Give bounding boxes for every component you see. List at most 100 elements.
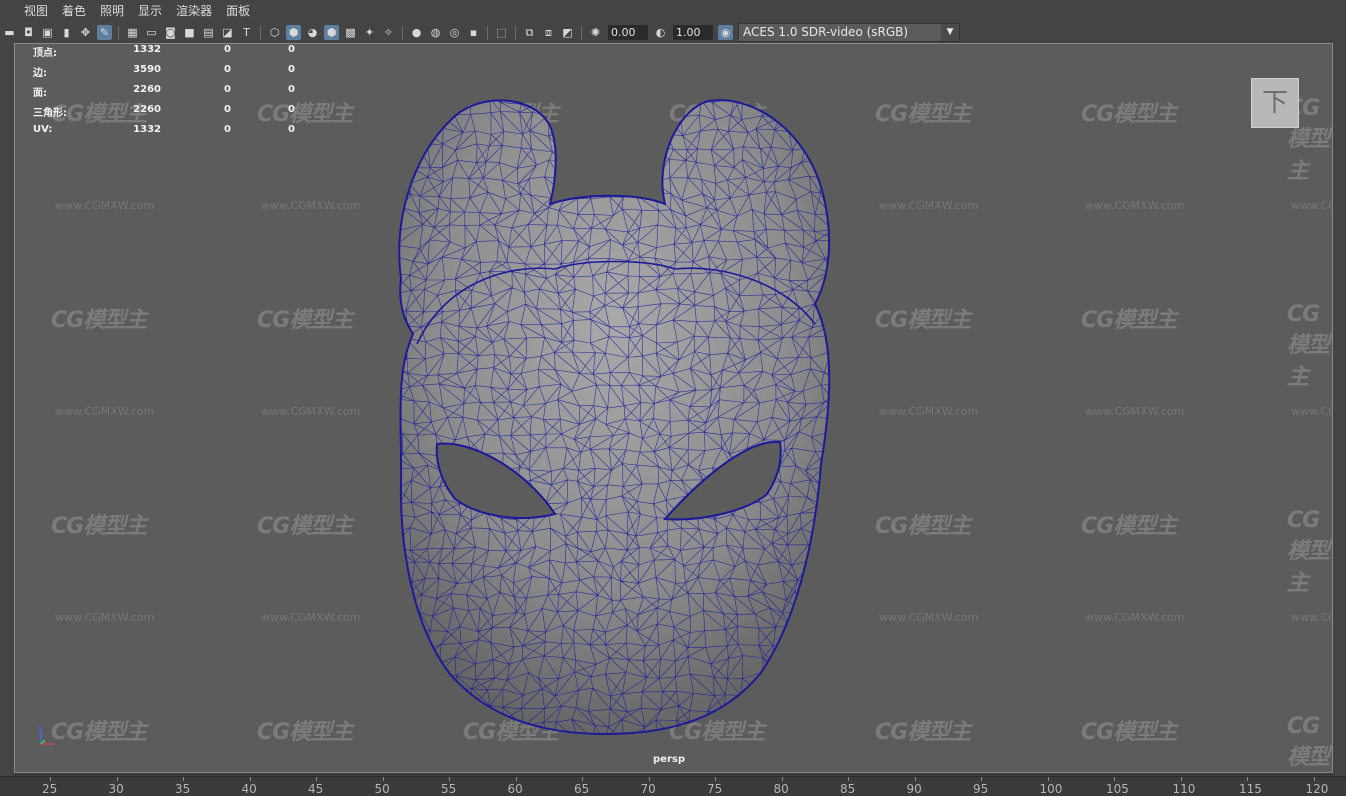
ruler-tick-label: 75 xyxy=(707,782,723,796)
ruler-tick-label: 25 xyxy=(42,782,58,796)
menu-item-2[interactable]: 照明 xyxy=(93,0,131,22)
use-lights-icon[interactable]: ✧ xyxy=(381,25,396,40)
hud-label: 顶点: xyxy=(33,48,57,59)
menu-item-3[interactable]: 显示 xyxy=(131,0,169,22)
ruler-tick-mark xyxy=(249,777,251,781)
shadows-icon[interactable]: ● xyxy=(409,25,424,40)
wireframe-icon[interactable]: ⬡ xyxy=(267,25,282,40)
ruler-tick-mark xyxy=(50,777,51,781)
xray-icon[interactable]: ▩ xyxy=(343,25,358,40)
pan-icon[interactable]: ✥ xyxy=(78,25,93,40)
ruler-tick-label: 120 xyxy=(1305,782,1329,796)
ruler-tick-mark xyxy=(449,777,450,781)
xray-joints-icon[interactable]: ⧉ xyxy=(522,25,537,40)
ruler-tick-label: 90 xyxy=(906,782,922,796)
hud-row: 面: 2260 0 0 xyxy=(33,84,313,104)
ruler-tick-mark xyxy=(515,777,517,781)
ambient-occlusion-icon[interactable]: ◍ xyxy=(428,25,443,40)
image-plane-icon[interactable]: ▮ xyxy=(59,25,74,40)
xray-active-icon[interactable]: ⧈ xyxy=(541,25,556,40)
hud-value: 1332 xyxy=(133,44,161,55)
anti-alias-icon[interactable]: ▪ xyxy=(466,25,481,40)
perspective-viewport[interactable]: CG模型主 CG模型主 CG模型主 CG模型主 CG模型主 CG模型主 CG模型主 CG模型主… xyxy=(14,43,1333,773)
ruler-tick-label: 60 xyxy=(507,782,523,796)
hud-value: 0 xyxy=(224,104,231,115)
menu-item-1[interactable]: 着色 xyxy=(55,0,93,22)
hud-row: 边: 3590 0 0 xyxy=(33,64,313,84)
ruler-tick-label: 70 xyxy=(640,782,656,796)
hud-value: 3590 xyxy=(133,64,161,75)
hud-value: 2260 xyxy=(133,84,161,95)
hud-value: 2260 xyxy=(133,104,161,115)
ruler-tick-label: 55 xyxy=(441,782,457,796)
ruler-tick-label: 45 xyxy=(308,782,324,796)
safe-title-icon[interactable]: T xyxy=(239,25,254,40)
gamma-field[interactable]: 1.00 xyxy=(673,25,713,40)
resolution-gate-icon[interactable]: ◙ xyxy=(163,25,178,40)
grease-pencil-icon[interactable]: ✎ xyxy=(97,25,112,40)
color-space-value: ACES 1.0 SDR-video (sRGB) xyxy=(743,25,909,39)
hud-value: 0 xyxy=(288,64,295,75)
poly-count-hud: 顶点: 1332 0 0 边: 3590 0 0 面: 2260 0 0 三角形: 2260 0 0 UV: 13… xyxy=(33,44,313,144)
menu-item-4[interactable]: 渲染器 xyxy=(169,0,219,22)
camera-icon[interactable]: ▬ xyxy=(2,25,17,40)
toolbar-divider xyxy=(581,25,582,40)
hud-value: 0 xyxy=(288,104,295,115)
hud-label: UV: xyxy=(33,124,53,135)
ruler-tick-mark xyxy=(1114,777,1115,781)
film-gate-icon[interactable]: ▭ xyxy=(144,25,159,40)
view-cube[interactable]: 下 xyxy=(1251,78,1299,128)
hud-row: 三角形: 2260 0 0 xyxy=(33,104,313,124)
shaded-wireframe-icon[interactable]: ◕ xyxy=(305,25,320,40)
hud-value: 0 xyxy=(224,124,231,135)
ruler-tick-mark xyxy=(183,777,184,781)
menu-item-0[interactable]: 视图 xyxy=(17,0,55,22)
hud-value: 1332 xyxy=(133,124,161,135)
ruler-tick-mark xyxy=(316,777,317,781)
axis-indicator: z xyxy=(38,724,53,745)
color-space-select[interactable]: ACES 1.0 SDR-video (sRGB) ▼ xyxy=(738,23,960,42)
toolbar-divider xyxy=(260,25,261,40)
ruler-tick-label: 115 xyxy=(1239,782,1262,796)
ruler-tick-label: 80 xyxy=(773,782,789,796)
gamma-icon[interactable]: ◐ xyxy=(653,25,668,40)
field-chart-icon[interactable]: ▤ xyxy=(201,25,216,40)
camera-attributes-icon[interactable]: ◘ xyxy=(21,25,36,40)
ruler-tick-label: 95 xyxy=(973,782,989,796)
motion-blur-icon[interactable]: ◎ xyxy=(447,25,462,40)
safe-action-icon[interactable]: ◪ xyxy=(220,25,235,40)
svg-text:z: z xyxy=(38,724,42,732)
ruler-tick-mark xyxy=(382,777,384,781)
ruler-tick-mark xyxy=(981,777,982,781)
toolbar-divider xyxy=(118,25,119,40)
grid-icon[interactable]: ▦ xyxy=(125,25,140,40)
textured-icon[interactable]: ✦ xyxy=(362,25,377,40)
smooth-shade-icon[interactable]: ⬢ xyxy=(286,25,301,40)
hud-row: UV: 1332 0 0 xyxy=(33,124,313,144)
camera-name-label: persp xyxy=(653,754,685,765)
bookmark-icon[interactable]: ▣ xyxy=(40,25,55,40)
ruler-tick-label: 110 xyxy=(1172,782,1196,796)
hud-label: 边: xyxy=(33,68,47,79)
hud-value: 0 xyxy=(224,84,231,95)
wireframe-on-shaded-icon[interactable]: ⬢ xyxy=(324,25,339,40)
ruler-tick-mark xyxy=(582,777,583,781)
mask-mesh[interactable] xyxy=(15,44,1332,772)
ruler-tick-mark xyxy=(1247,777,1248,781)
ruler-tick-label: 35 xyxy=(175,782,191,796)
exposure-field[interactable]: 0.00 xyxy=(608,25,648,40)
hud-label: 三角形: xyxy=(33,108,67,119)
hud-value: 0 xyxy=(288,124,295,135)
isolate-select-icon[interactable]: ⬚ xyxy=(494,25,509,40)
timeline-ruler[interactable]: 25 30 35 40 45 50 55 60 65 70 75 80 85 90 95 100 105 110 1… xyxy=(0,776,1346,796)
ruler-tick-label: 85 xyxy=(840,782,856,796)
color-management-icon[interactable]: ◉ xyxy=(718,25,733,40)
menu-item-5[interactable]: 面板 xyxy=(219,0,257,22)
ruler-tick-label: 50 xyxy=(374,782,390,796)
ruler-tick-mark xyxy=(848,777,849,781)
hud-value: 0 xyxy=(224,64,231,75)
exposure-icon[interactable]: ✺ xyxy=(588,25,603,40)
gate-mask-icon[interactable]: ■ xyxy=(182,25,197,40)
ruler-tick-mark xyxy=(116,777,118,781)
backface-icon[interactable]: ◩ xyxy=(560,25,575,40)
